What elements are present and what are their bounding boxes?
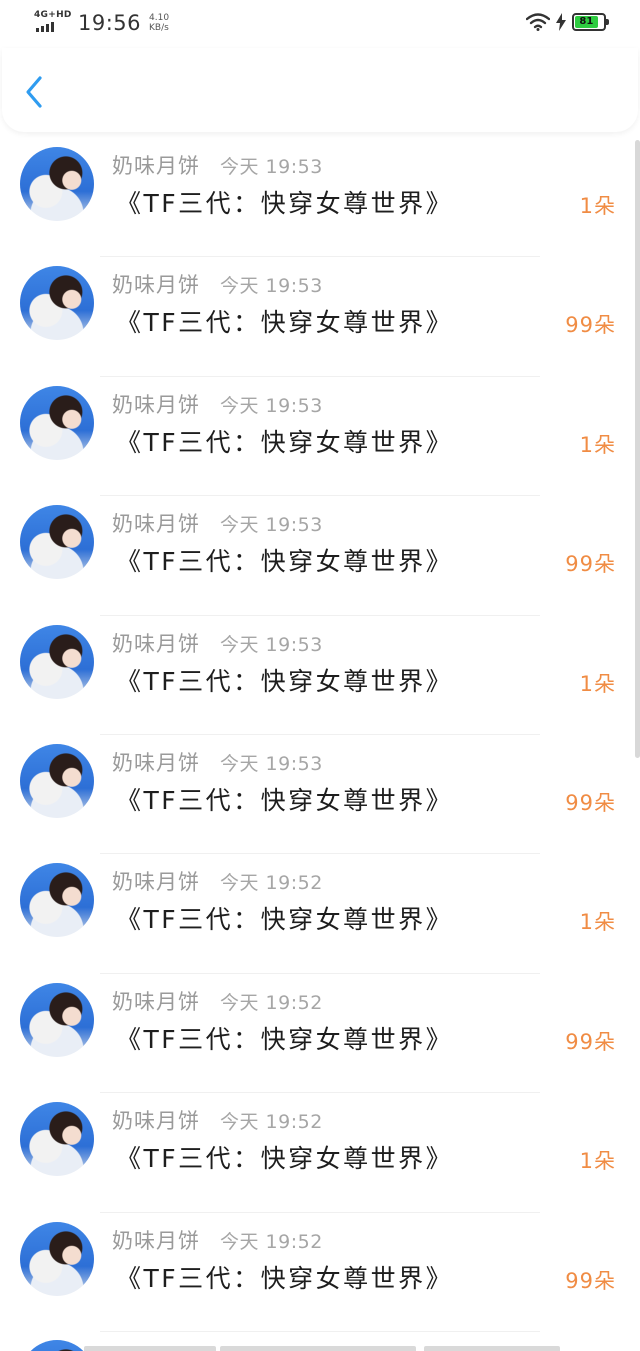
placeholder-bar (220, 1346, 416, 1351)
status-bar: 4G+HD 19:56 4.10 KB/s 81 (0, 0, 640, 48)
book-title[interactable]: 《TF三代：快穿女尊世界》 (116, 1139, 453, 1175)
list-item[interactable]: 奶味月饼 今天 19:53 《TF三代：快穿女尊世界》 1朵 (0, 616, 640, 735)
placeholder-bar (84, 1346, 216, 1351)
author-name[interactable]: 奶味月饼 (112, 747, 200, 777)
battery-icon: 81 (572, 13, 609, 31)
avatar[interactable] (20, 147, 94, 221)
book-title[interactable]: 《TF三代：快穿女尊世界》 (116, 542, 453, 578)
status-right: 81 (526, 13, 609, 31)
flower-amount: 1朵 (579, 671, 616, 696)
back-button[interactable] (20, 74, 50, 110)
item-meta: 奶味月饼 今天 19:52 (112, 866, 323, 896)
list-item[interactable]: 奶味月饼 今天 19:52 《TF三代：快穿女尊世界》 1朵 (0, 854, 640, 974)
flower-amount: 99朵 (565, 552, 616, 577)
battery-level: 81 (575, 16, 598, 28)
book-title[interactable]: 《TF三代：快穿女尊世界》 (116, 1259, 453, 1295)
item-meta: 奶味月饼 今天 19:53 (112, 628, 323, 658)
list-item[interactable]: 奶味月饼 今天 19:52 《TF三代：快穿女尊世界》 99朵 (0, 1213, 640, 1332)
book-title[interactable]: 《TF三代：快穿女尊世界》 (116, 303, 453, 339)
network-label: 4G+HD (34, 10, 72, 20)
network-speed: 4.10 KB/s (149, 13, 169, 33)
avatar[interactable] (20, 266, 94, 341)
avatar[interactable] (20, 1102, 94, 1177)
placeholder-bar (424, 1346, 560, 1351)
item-meta: 奶味月饼 今天 19:53 (112, 508, 323, 538)
flower-amount: 1朵 (579, 1149, 616, 1174)
list-item[interactable]: 奶味月饼 今天 19:53 《TF三代：快穿女尊世界》 99朵 (0, 735, 640, 855)
item-meta: 奶味月饼 今天 19:53 (112, 150, 323, 180)
author-name[interactable]: 奶味月饼 (112, 1105, 200, 1135)
list-item[interactable]: 奶味月饼 今天 19:52 《TF三代：快穿女尊世界》 99朵 (0, 974, 640, 1094)
flower-amount: 1朵 (579, 194, 616, 218)
item-meta: 奶味月饼 今天 19:53 (112, 747, 323, 777)
list-item[interactable]: 奶味月饼 今天 19:53 《TF三代：快穿女尊世界》 1朵 (0, 377, 640, 497)
avatar[interactable] (20, 624, 94, 699)
list-item[interactable]: 奶味月饼 今天 19:53 《TF三代：快穿女尊世界》 99朵 (0, 257, 640, 377)
author-name[interactable]: 奶味月饼 (112, 269, 200, 299)
charging-icon (556, 13, 566, 31)
wifi-icon (526, 13, 550, 31)
timestamp: 今天 19:52 (220, 991, 323, 1014)
timestamp: 今天 19:53 (220, 394, 323, 417)
item-meta: 奶味月饼 今天 19:53 (112, 389, 323, 419)
flower-amount: 99朵 (565, 1268, 616, 1293)
list-item[interactable]: 奶味月饼 今天 19:53 《TF三代：快穿女尊世界》 99朵 (0, 496, 640, 616)
timestamp: 今天 19:52 (220, 1111, 323, 1134)
timestamp: 今天 19:53 (220, 275, 323, 298)
app-header (2, 48, 638, 132)
flower-amount: 99朵 (565, 1029, 616, 1054)
status-left: 4G+HD 19:56 4.10 KB/s (34, 10, 169, 36)
book-title[interactable]: 《TF三代：快穿女尊世界》 (116, 662, 453, 698)
flower-amount: 99朵 (565, 790, 616, 815)
author-name[interactable]: 奶味月饼 (112, 1225, 200, 1255)
list-item-partial[interactable] (0, 1332, 640, 1351)
timestamp: 今天 19:52 (220, 1230, 323, 1253)
timestamp: 今天 19:53 (220, 752, 323, 775)
item-meta: 奶味月饼 今天 19:52 (112, 1225, 323, 1255)
flower-amount: 1朵 (579, 432, 616, 457)
flower-amount: 1朵 (579, 910, 616, 935)
timestamp: 今天 19:52 (220, 872, 323, 895)
author-name[interactable]: 奶味月饼 (112, 866, 200, 896)
signal-bars (36, 22, 54, 32)
author-name[interactable]: 奶味月饼 (112, 628, 200, 658)
network-speed-unit: KB/s (149, 23, 169, 33)
book-title[interactable]: 《TF三代：快穿女尊世界》 (116, 781, 453, 817)
book-title[interactable]: 《TF三代：快穿女尊世界》 (116, 1020, 453, 1056)
avatar[interactable] (20, 743, 94, 818)
list-item[interactable]: 奶味月饼 今天 19:52 《TF三代：快穿女尊世界》 1朵 (0, 1093, 640, 1213)
avatar[interactable] (20, 982, 94, 1057)
author-name[interactable]: 奶味月饼 (112, 389, 200, 419)
book-title[interactable]: 《TF三代：快穿女尊世界》 (116, 900, 453, 936)
book-title[interactable]: 《TF三代：快穿女尊世界》 (116, 184, 453, 220)
avatar[interactable] (20, 863, 94, 938)
avatar[interactable] (20, 385, 94, 460)
scrollbar[interactable] (635, 140, 640, 758)
chevron-left-icon (26, 76, 42, 108)
flower-amount: 99朵 (565, 313, 616, 338)
reward-list: 奶味月饼 今天 19:53 《TF三代：快穿女尊世界》 1朵 奶味月饼 今天 1… (0, 138, 640, 1332)
avatar[interactable] (20, 1221, 94, 1296)
network-speed-value: 4.10 (149, 13, 170, 23)
timestamp: 今天 19:53 (220, 156, 323, 178)
list-item[interactable]: 奶味月饼 今天 19:53 《TF三代：快穿女尊世界》 1朵 (0, 138, 640, 258)
signal-icon: 4G+HD (34, 10, 72, 36)
avatar[interactable] (20, 505, 94, 580)
item-meta: 奶味月饼 今天 19:52 (112, 986, 323, 1016)
timestamp: 今天 19:53 (220, 514, 323, 537)
author-name[interactable]: 奶味月饼 (112, 508, 200, 538)
timestamp: 今天 19:53 (220, 633, 323, 656)
item-meta: 奶味月饼 今天 19:53 (112, 269, 323, 299)
avatar[interactable] (20, 1340, 94, 1351)
item-meta: 奶味月饼 今天 19:52 (112, 1105, 323, 1135)
status-time: 19:56 (78, 11, 142, 35)
author-name[interactable]: 奶味月饼 (112, 986, 200, 1016)
author-name[interactable]: 奶味月饼 (112, 150, 200, 180)
book-title[interactable]: 《TF三代：快穿女尊世界》 (116, 423, 453, 459)
